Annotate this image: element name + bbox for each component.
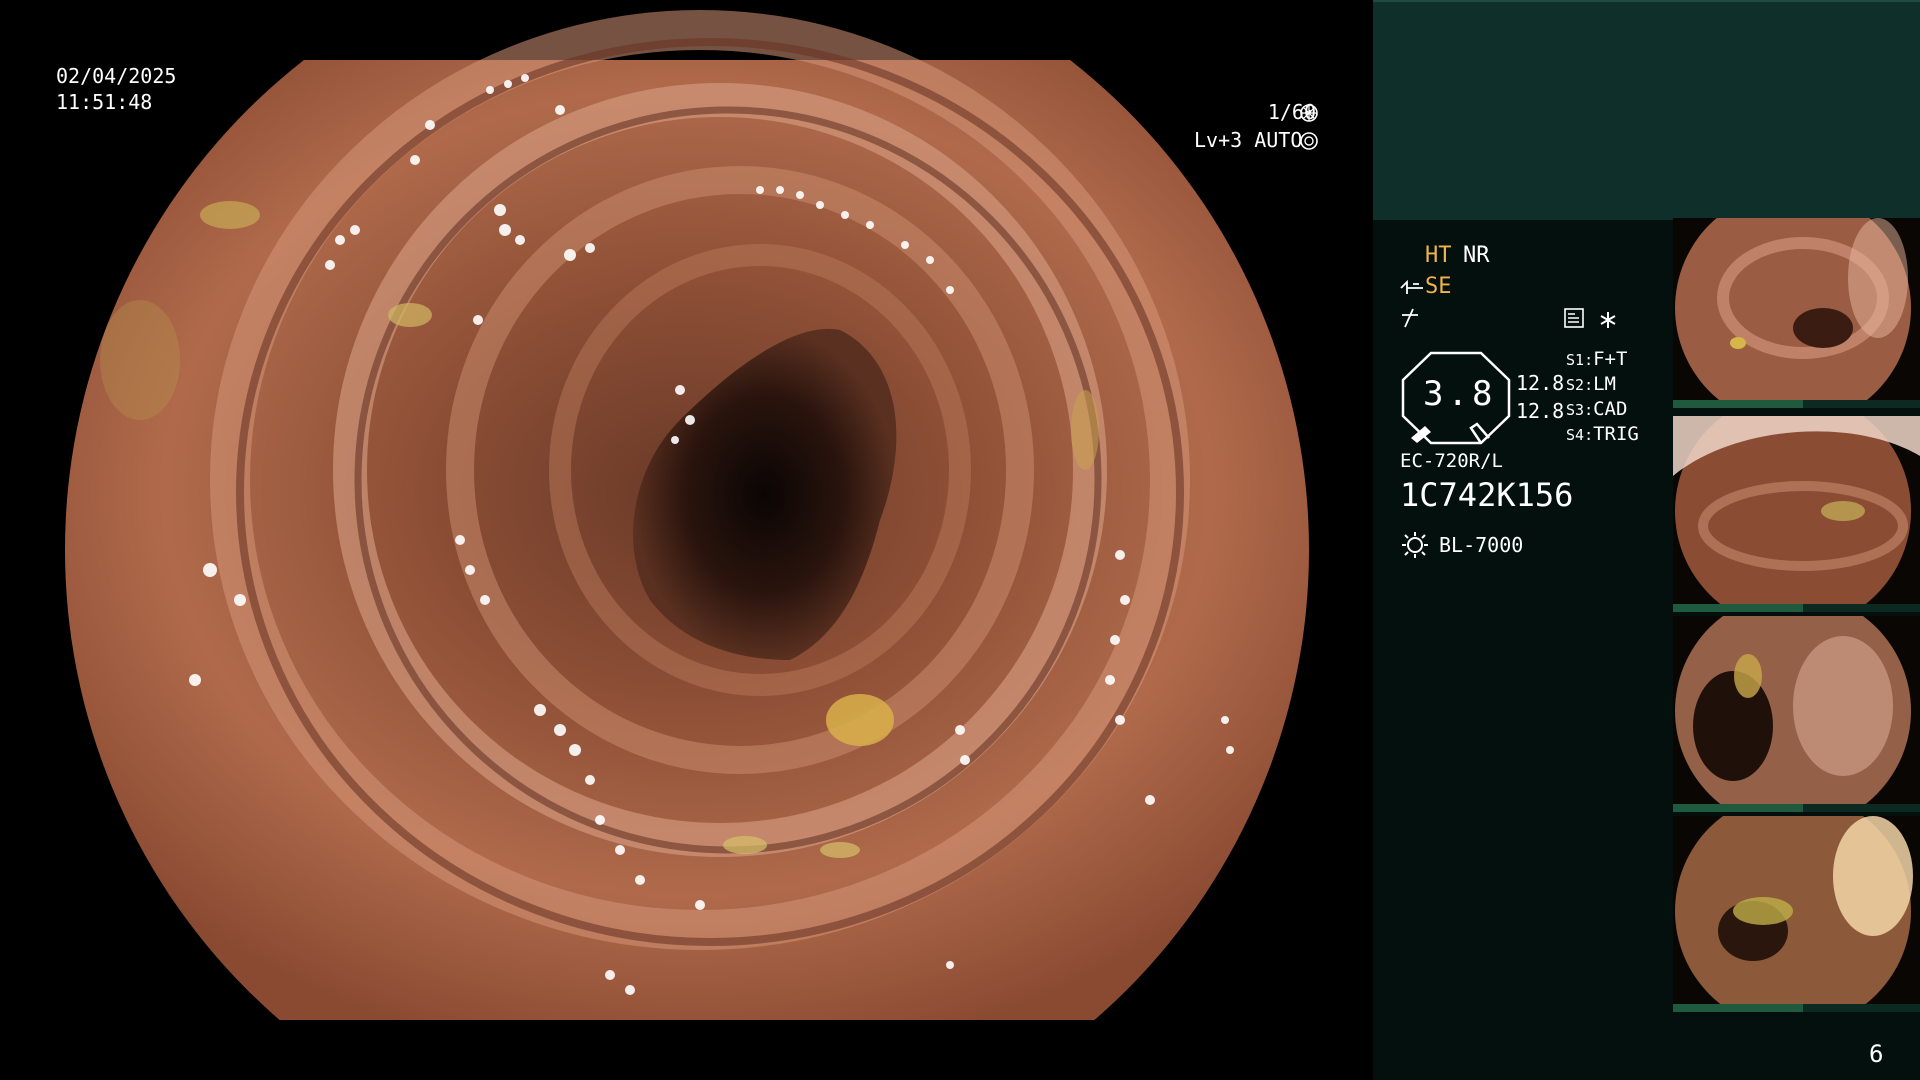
structure-enhance-icon (1400, 279, 1423, 294)
panel-header-block (1373, 0, 1920, 220)
switch-separator: : (1584, 426, 1594, 444)
value-top: 12.8 (1516, 371, 1565, 395)
thumbnail-4[interactable] (1673, 816, 1920, 1012)
thumbnail-tab (1673, 1004, 1803, 1012)
iris-icon (1300, 132, 1318, 150)
scope-model: EC-720R/L (1400, 450, 1503, 472)
switch-key: S3 (1566, 401, 1585, 419)
status-panel: HT NR SE 3.8 12.8 12.8 S1:F+T S2:LM S3:C… (1373, 0, 1920, 1080)
ht-indicator: HT (1425, 243, 1452, 268)
switch-row: S3:CAD (1566, 398, 1639, 423)
asterisk-icon (1600, 312, 1616, 328)
switch-separator: : (1584, 351, 1594, 369)
color-enhance-icon (1402, 308, 1418, 328)
light-source: BL-7000 (1439, 533, 1524, 557)
switch-key: S4 (1566, 426, 1585, 444)
shutter-icon (1300, 104, 1318, 122)
light-source-icon (1402, 532, 1428, 558)
switch-key: S2 (1566, 376, 1585, 394)
switch-row: S4:TRIG (1566, 423, 1639, 448)
thumbnail-image (1673, 416, 1920, 612)
thumbnail-3[interactable] (1673, 616, 1920, 812)
switch-separator: : (1584, 376, 1594, 394)
thumbnail-tab (1673, 604, 1803, 612)
time-display: 11:51:48 (56, 90, 153, 114)
exposure-readout: Lv+3 AUTO (1194, 128, 1303, 152)
date-display: 02/04/2025 (56, 64, 177, 88)
colonoscopy-image (65, 10, 1309, 1020)
switch-value: CAD (1593, 398, 1628, 420)
thumbnail-1[interactable] (1673, 218, 1920, 408)
se-indicator: SE (1425, 274, 1452, 299)
switch-value: TRIG (1593, 423, 1639, 445)
switch-row: S1:F+T (1566, 348, 1639, 373)
switch-value: LM (1593, 373, 1616, 395)
zoom-value: 3.8 (1423, 374, 1497, 414)
thumbnail-bar (1673, 604, 1920, 612)
endoscope-main-view: 02/04/2025 11:51:48 1/60 Lv+3 AUTO (0, 0, 1373, 1080)
memory-card-icon (1564, 308, 1584, 328)
thumbnail-2[interactable] (1673, 416, 1920, 612)
scope-serial: 1C742K156 (1400, 476, 1574, 514)
nr-indicator: NR (1463, 243, 1490, 268)
thumbnail-bar (1673, 400, 1920, 408)
thumbnail-tab (1673, 804, 1803, 812)
thumbnail-image (1673, 218, 1920, 408)
switch-value: F+T (1593, 348, 1628, 370)
thumbnail-bar (1673, 1004, 1920, 1012)
thumbnail-tab (1673, 400, 1803, 408)
image-count: 6 (1869, 1040, 1884, 1068)
thumbnail-image (1673, 616, 1920, 812)
switch-list: S1:F+T S2:LM S3:CAD S4:TRIG (1566, 348, 1639, 448)
thumbnail-image (1673, 816, 1920, 1012)
thumbnail-bar (1673, 804, 1920, 812)
switch-key: S1 (1566, 351, 1585, 369)
value-bottom: 12.8 (1516, 399, 1565, 423)
switch-separator: : (1584, 401, 1594, 419)
switch-row: S2:LM (1566, 373, 1639, 398)
